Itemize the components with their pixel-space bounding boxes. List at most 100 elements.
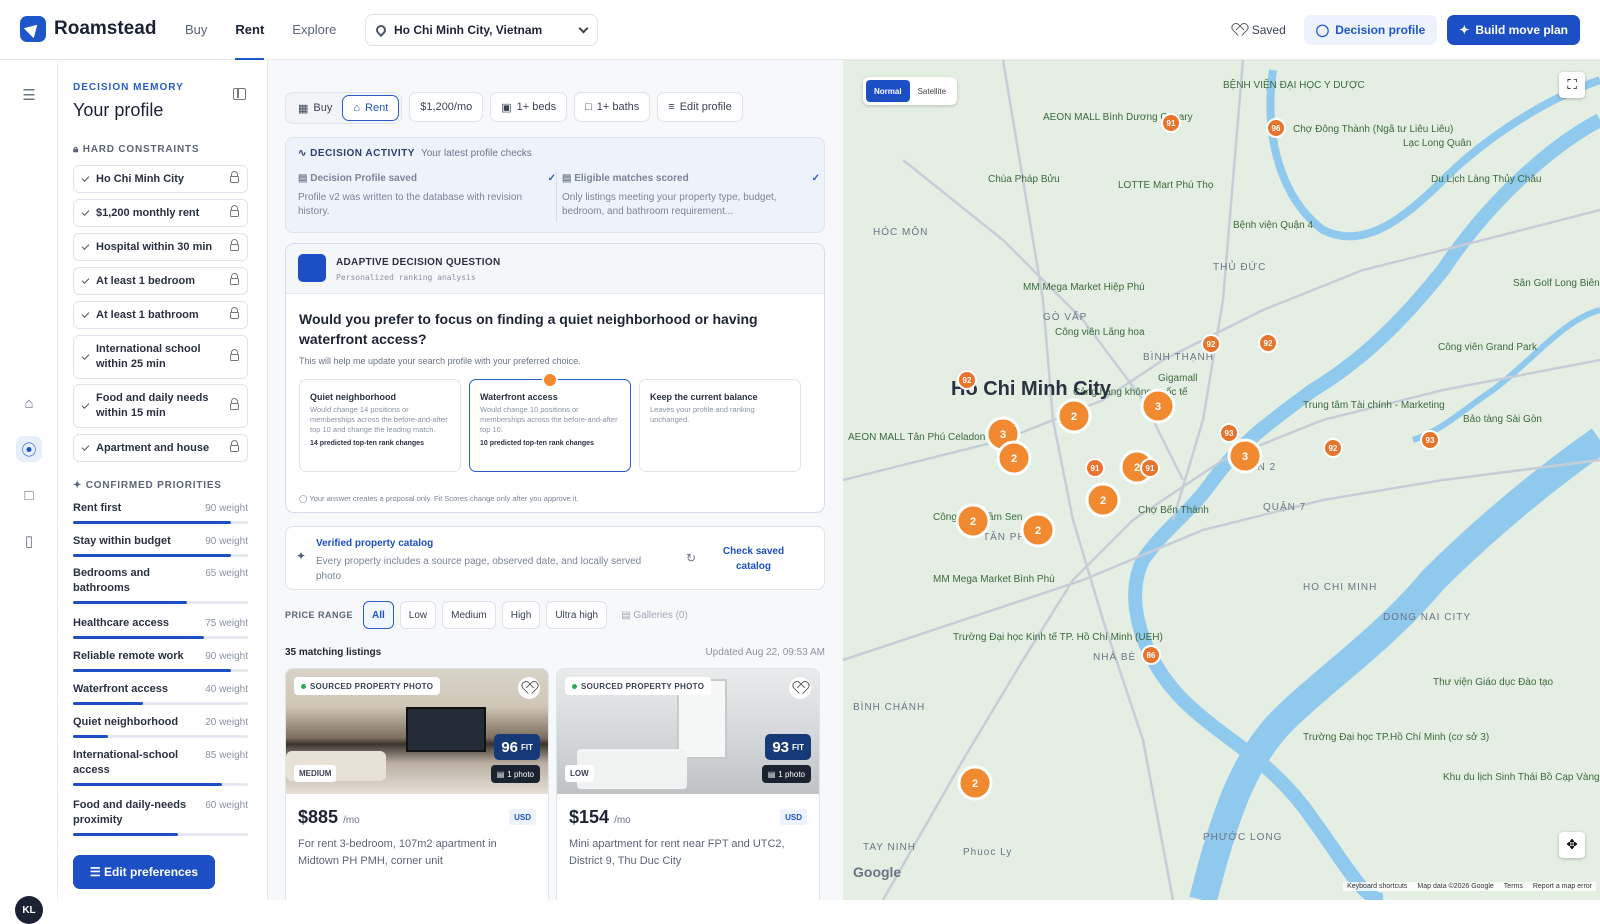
edit-preferences-button[interactable]: ☰ Edit preferences	[73, 855, 215, 889]
terms-link[interactable]: Terms	[1504, 883, 1523, 890]
edit-profile-button[interactable]: ≡ Edit profile	[657, 92, 743, 122]
price-low-button[interactable]: Low	[399, 601, 437, 629]
district-label: PHƯỚC LONG	[1203, 830, 1282, 843]
priority-bar	[73, 735, 248, 738]
check-icon	[81, 173, 90, 182]
activity-title: Decision Profile saved	[310, 173, 417, 184]
price-all-button[interactable]: All	[363, 601, 394, 629]
filter-rent-button[interactable]: ⌂ Rent	[342, 95, 400, 121]
location-select[interactable]: Ho Chi Minh City, Vietnam	[365, 14, 598, 46]
cluster-count: 2	[1011, 453, 1017, 465]
priority-item: Food and daily-needs proximity 60 weight	[73, 798, 248, 836]
collapse-sidebar-icon[interactable]	[233, 88, 246, 100]
galleries-button[interactable]: ▤ Galleries (0)	[613, 601, 696, 629]
listing-card[interactable]: SOURCED PROPERTY PHOTO 93 FIT LOW ▤ 1 pho…	[556, 668, 820, 900]
price-high-button[interactable]: High	[501, 601, 541, 629]
priority-item: Stay within budget 90 weight	[73, 534, 248, 557]
lock-icon	[230, 170, 239, 183]
recenter-icon[interactable]: ✥	[1559, 832, 1585, 858]
listing-photo[interactable]: SOURCED PROPERTY PHOTO 96 FIT MEDIUM ▤ 1 …	[286, 669, 548, 794]
check-saved-catalog-link[interactable]: Check saved catalog	[706, 544, 801, 574]
nav-explore[interactable]: Explore	[292, 0, 336, 60]
google-logo: Google	[853, 864, 902, 880]
priority-bar	[73, 521, 248, 524]
beds-filter-button[interactable]: ▣ 1+ beds	[490, 92, 568, 122]
priority-bar	[73, 554, 248, 557]
decision-activity-card: ∿ DECISION ACTIVITY Your latest profile c…	[285, 137, 825, 233]
chat-icon[interactable]: □	[16, 482, 42, 508]
currency-badge: USD	[780, 809, 807, 825]
constraint-chip[interactable]: Apartment and house	[73, 434, 248, 462]
galleries-label: Galleries (0)	[633, 609, 688, 621]
home-icon[interactable]: ⌂	[16, 390, 42, 416]
brand-name: Roamstead	[54, 18, 157, 39]
priority-item: Waterfront access 40 weight	[73, 682, 248, 705]
district-label: THỦ ĐỨC	[1213, 260, 1266, 273]
location-value: Ho Chi Minh City, Vietnam	[394, 23, 543, 37]
budget-filter-button[interactable]: $1,200/mo	[409, 92, 484, 122]
favorite-button[interactable]	[789, 677, 811, 699]
price-ultra-high-button[interactable]: Ultra high	[546, 601, 608, 629]
price-pin-label: 92	[1264, 339, 1273, 348]
constraint-label: Food and daily needs within 15 min	[96, 392, 209, 419]
constraint-chip[interactable]: International school within 25 min	[73, 335, 248, 379]
top-bar: Roamstead Buy Rent Explore Ho Chi Minh C…	[0, 0, 1600, 60]
place-label: Trung tâm Tài chính - Marketing	[1303, 400, 1445, 411]
question-footnote: ◯ Your answer creates a proposal only. F…	[299, 494, 579, 503]
priority-item: Reliable remote work 90 weight	[73, 649, 248, 672]
results-count: 35 matching listings	[285, 647, 382, 658]
check-icon	[81, 207, 90, 216]
option-keep-balance[interactable]: Keep the current balance Leaves your pro…	[639, 379, 801, 472]
price-medium-button[interactable]: Medium	[442, 601, 496, 629]
priority-label: Food and daily-needs proximity	[73, 799, 187, 826]
constraint-label: International school within 25 min	[96, 343, 201, 370]
constraint-chip[interactable]: Food and daily needs within 15 min	[73, 384, 248, 428]
compass-icon[interactable]: ⦿	[16, 436, 42, 462]
place-label: Chợ Bến Thành	[1138, 504, 1209, 516]
option-quiet-neighborhood[interactable]: Quiet neighborhood Would change 14 posit…	[299, 379, 461, 472]
map-normal-button[interactable]: Normal	[866, 80, 910, 102]
constraint-chip[interactable]: At least 1 bedroom	[73, 267, 248, 295]
decision-profile-button[interactable]: ◯ Decision profile	[1303, 15, 1438, 45]
map-canvas[interactable]: BỆNH VIỆN ĐẠI HỌC Y DƯỢC Chùa Pháp Bửu LOT…	[843, 60, 1600, 900]
map-satellite-button[interactable]: Satellite	[910, 80, 954, 102]
nav-buy[interactable]: Buy	[185, 0, 207, 60]
option-waterfront-access[interactable]: Waterfront access Would change 10 positi…	[469, 372, 631, 472]
constraint-chip[interactable]: $1,200 monthly rent	[73, 199, 248, 227]
bookmark-icon[interactable]: ▯	[16, 528, 42, 554]
map-view[interactable]: BỆNH VIỆN ĐẠI HỌC Y DƯỢC Chùa Pháp Bửu LOT…	[843, 60, 1600, 900]
fullscreen-icon[interactable]: ⛶	[1559, 72, 1585, 98]
build-move-plan-button[interactable]: ✦ Build move plan	[1447, 15, 1580, 45]
listing-photo[interactable]: SOURCED PROPERTY PHOTO 93 FIT LOW ▤ 1 pho…	[557, 669, 819, 794]
brand-logo[interactable]: Roamstead	[20, 16, 156, 42]
place-label: Chùa Pháp Bửu	[988, 173, 1060, 185]
question-text: Would you prefer to focus on finding a q…	[299, 311, 758, 347]
listing-title[interactable]: Mini apartment for rent near FPT and UTC…	[569, 836, 809, 870]
saved-button[interactable]: Saved	[1225, 15, 1294, 45]
constraint-chip[interactable]: Ho Chi Minh City	[73, 165, 248, 193]
sourced-photo-badge: SOURCED PROPERTY PHOTO	[294, 677, 441, 695]
activity-item: ▤ Decision Profile saved ✓ Profile v2 was…	[298, 172, 556, 219]
filter-buy-button[interactable]: ▦ Buy	[288, 95, 342, 121]
baths-filter-button[interactable]: □ 1+ baths	[574, 92, 651, 122]
edit-preferences-label: Edit preferences	[104, 865, 199, 879]
constraint-chip[interactable]: Hospital within 30 min	[73, 233, 248, 261]
report-error-link[interactable]: Report a map error	[1533, 883, 1592, 890]
photo-count-badge: ▤ 1 photo	[490, 765, 540, 783]
listing-card[interactable]: SOURCED PROPERTY PHOTO 96 FIT MEDIUM ▤ 1 …	[285, 668, 549, 900]
menu-icon[interactable]: ☰	[16, 82, 42, 108]
priority-bar-fill	[73, 636, 205, 639]
listing-title[interactable]: For rent 3-bedroom, 107m2 apartment in M…	[298, 836, 538, 870]
keyboard-shortcuts-link[interactable]: Keyboard shortcuts	[1347, 883, 1407, 890]
avatar[interactable]: KL	[15, 896, 43, 924]
favorite-button[interactable]	[518, 677, 540, 699]
main-nav: Buy Rent Explore	[185, 0, 336, 60]
question-subheading: Personalized ranking analysis	[336, 273, 476, 282]
divider	[556, 172, 557, 222]
nav-rent[interactable]: Rent	[235, 0, 264, 60]
price-pin-label: 91	[1091, 464, 1100, 473]
photo-count-badge: ▤ 1 photo	[761, 765, 811, 783]
constraint-chip[interactable]: At least 1 bathroom	[73, 301, 248, 329]
activity-item: ▤ Eligible matches scored ✓ Only listings…	[562, 172, 820, 219]
constraint-label: Apartment and house	[96, 442, 210, 454]
